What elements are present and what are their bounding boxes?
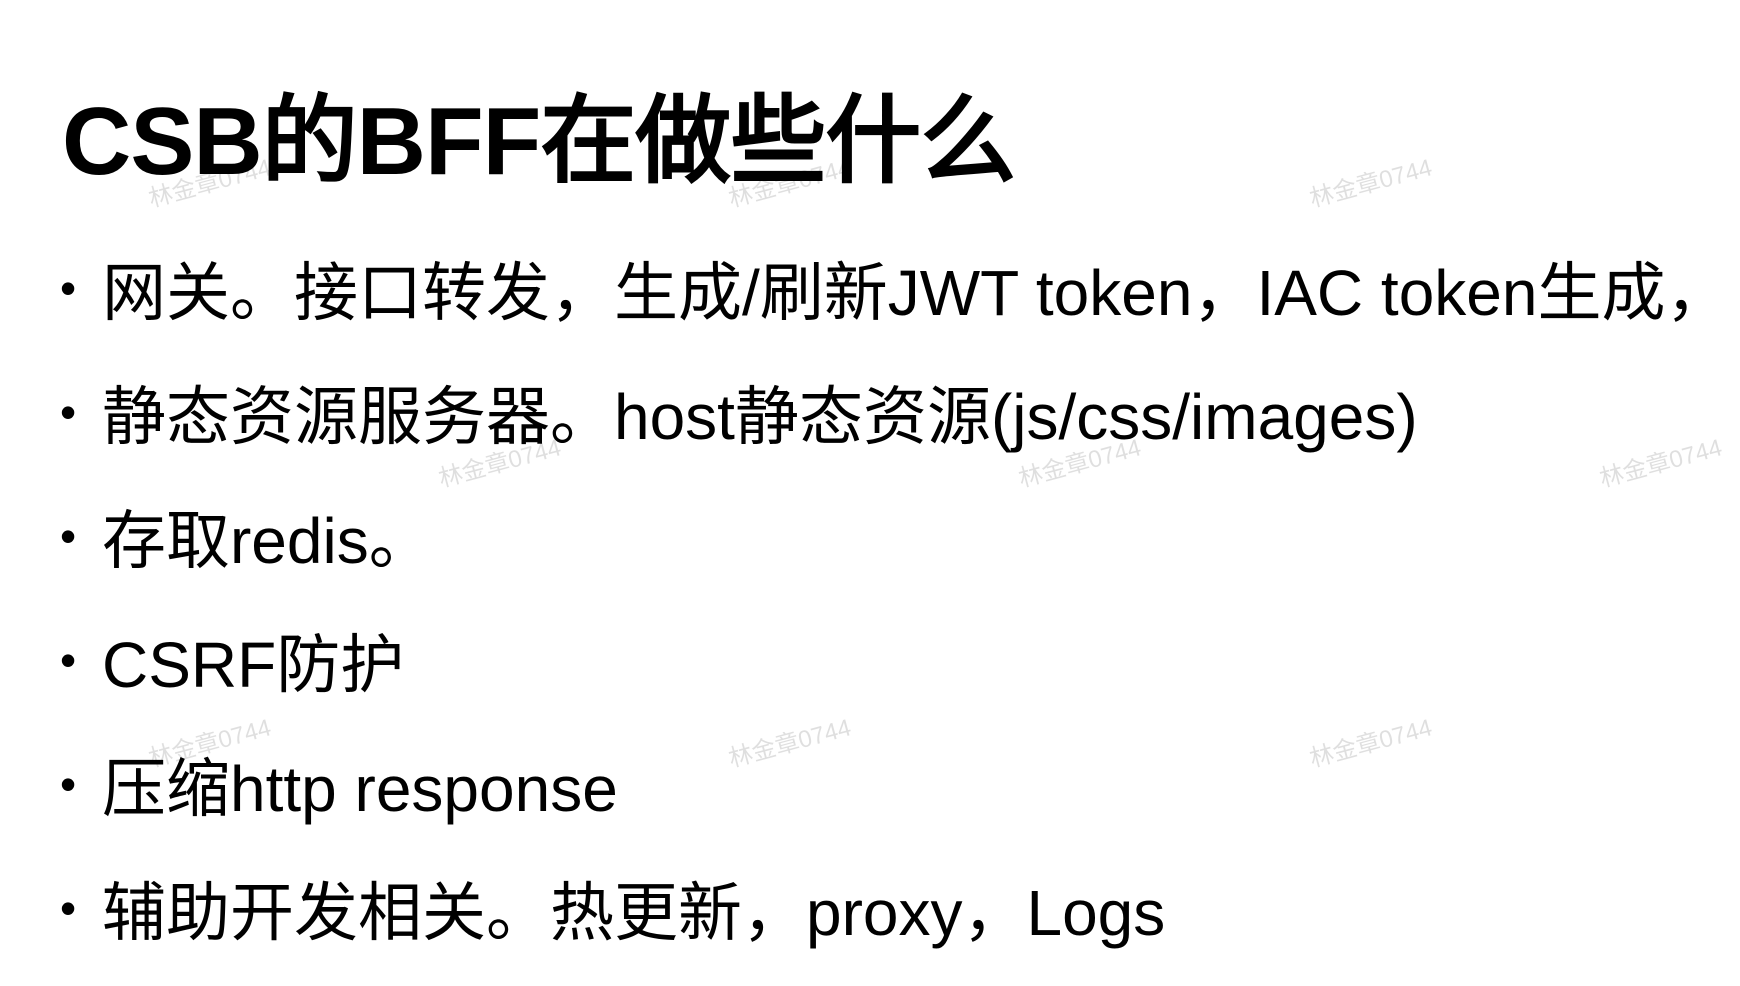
watermark: 林金章0744 [1306, 154, 1435, 213]
bullet-item: • CSRF防护 [60, 598, 1730, 722]
bullet-dot-icon: • [60, 386, 77, 438]
bullet-dot-icon: • [60, 510, 77, 562]
bullet-item: • 存取redis。 [60, 474, 1730, 598]
bullet-text: 辅助开发相关。热更新，proxy，Logs [102, 877, 1166, 949]
slide-title: CSB的BFF在做些什么 [62, 88, 1016, 196]
bullet-dot-icon: • [60, 634, 77, 686]
bullet-text: 网关。接口转发，生成/刷新JWT token，IAC token生成， [102, 257, 1730, 329]
bullet-text: 存取redis。 [102, 505, 433, 577]
bullet-text: 静态资源服务器。host静态资源(js/css/images) [102, 381, 1418, 453]
slide: CSB的BFF在做些什么 • 网关。接口转发，生成/刷新JWT token，IA… [0, 0, 1740, 986]
bullet-item: • 静态资源服务器。host静态资源(js/css/images) [60, 350, 1730, 474]
bullet-dot-icon: • [60, 262, 77, 314]
bullet-dot-icon: • [60, 758, 77, 810]
bullet-dot-icon: • [60, 882, 77, 934]
bullet-item: • 辅助开发相关。热更新，proxy，Logs [60, 846, 1730, 970]
bullet-list: • 网关。接口转发，生成/刷新JWT token，IAC token生成， • … [60, 226, 1730, 970]
bullet-item: • 压缩http response [60, 722, 1730, 846]
bullet-text: 压缩http response [102, 753, 618, 825]
bullet-text: CSRF防护 [102, 629, 405, 701]
bullet-item: • 网关。接口转发，生成/刷新JWT token，IAC token生成， [60, 226, 1730, 350]
